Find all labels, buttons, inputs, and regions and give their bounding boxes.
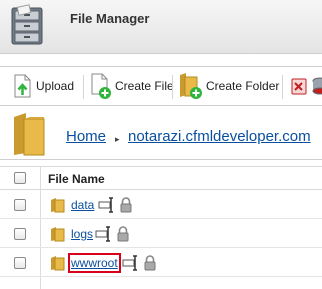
toolbar-divider [172, 75, 173, 99]
row-checkbox[interactable] [14, 257, 26, 269]
new-file-icon [91, 73, 111, 99]
rename-icon[interactable] [98, 197, 116, 213]
breadcrumb: Home ▸ notarazi.cfmldeveloper.com [0, 108, 322, 160]
folder-link[interactable]: logs [71, 227, 93, 241]
lock-icon[interactable] [143, 255, 157, 271]
folder-link[interactable]: data [71, 198, 94, 212]
database-icon [312, 77, 322, 95]
upload-icon [14, 74, 31, 98]
file-cabinet-icon [11, 4, 43, 45]
toolbar-divider [83, 75, 84, 99]
extract-icon [291, 78, 307, 95]
new-folder-icon [180, 73, 202, 99]
rename-icon[interactable] [95, 226, 113, 242]
table-row: data [0, 190, 322, 219]
rename-icon[interactable] [122, 255, 140, 271]
row-checkbox[interactable] [14, 228, 26, 240]
create-folder-label: Create Folder [206, 79, 280, 93]
toolbar-divider [282, 75, 283, 99]
breadcrumb-home-link[interactable]: Home [66, 128, 106, 145]
database-button[interactable] [312, 67, 322, 105]
lock-icon[interactable] [116, 226, 130, 242]
table-header: File Name [0, 166, 322, 190]
toolbar: Upload Create File Create Folder [0, 66, 322, 106]
select-all-checkbox[interactable] [14, 172, 26, 184]
create-file-label: Create File [115, 79, 174, 93]
app-title: File Manager [70, 11, 150, 26]
table-row: wwwroot [0, 248, 322, 277]
folder-link[interactable]: wwwroot [68, 253, 121, 273]
extract-button[interactable] [290, 67, 312, 105]
folder-icon [51, 198, 65, 213]
lock-icon[interactable] [119, 197, 133, 213]
create-folder-button[interactable]: Create Folder [178, 67, 279, 105]
folder-icon [51, 227, 65, 242]
create-file-button[interactable]: Create File [89, 67, 174, 105]
app-header: File Manager [0, 0, 322, 54]
upload-button[interactable]: Upload [12, 67, 74, 105]
breadcrumb-separator: ▸ [115, 134, 120, 144]
row-checkbox[interactable] [14, 199, 26, 211]
table-row: logs [0, 219, 322, 248]
breadcrumb-current-link[interactable]: notarazi.cfmldeveloper.com [128, 128, 311, 145]
column-header-file-name[interactable]: File Name [48, 172, 105, 186]
folder-icon [14, 113, 45, 156]
folder-icon [51, 256, 65, 271]
upload-label: Upload [36, 79, 75, 93]
